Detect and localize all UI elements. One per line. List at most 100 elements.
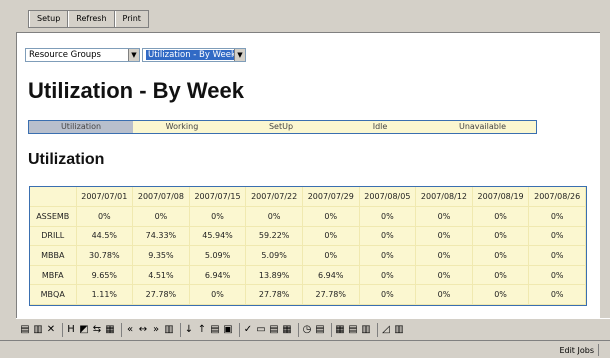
table-cell: 0% [415, 265, 473, 286]
table-cell: 0% [528, 206, 586, 227]
detail-view-icon[interactable]: ▥ [361, 324, 371, 336]
table-cell: 0% [245, 206, 303, 227]
table-cell: 0% [472, 226, 530, 247]
chevron-down-icon[interactable]: ▼ [234, 49, 245, 61]
properties-icon[interactable]: ▤ [269, 324, 279, 336]
resource-group-value: Resource Groups [29, 50, 101, 60]
table-cell: 1.11% [76, 284, 134, 306]
metric-tabs: Utilization Working SetUp Idle Unavailab… [28, 120, 537, 134]
line-chart-icon[interactable]: ◿ [381, 324, 391, 336]
table-view-icon[interactable]: ▦ [335, 324, 345, 336]
table-cell: 30.78% [76, 245, 134, 266]
grid-icon[interactable]: ▦ [105, 324, 115, 336]
corner-cell [30, 187, 77, 208]
toolbar-separator [121, 322, 122, 337]
table-cell: 0% [472, 284, 530, 306]
toolbar-separator [377, 322, 378, 337]
bar-chart-icon[interactable]: ▥ [164, 324, 174, 336]
row-label: MBFA [30, 265, 77, 286]
table-cell: 0% [528, 265, 586, 286]
table-cell: 9.65% [76, 265, 134, 286]
report-type-value: Utilization - By Week [146, 50, 238, 60]
utilization-table: 2007/07/01 2007/07/08 2007/07/15 2007/07… [29, 186, 587, 306]
table-cell: 0% [302, 206, 360, 227]
clock-icon[interactable]: ◷ [302, 324, 312, 336]
column-header: 2007/07/15 [189, 187, 247, 208]
table-cell: 9.35% [132, 245, 190, 266]
group-icon[interactable]: ▣ [223, 324, 233, 336]
insert-job-icon[interactable]: ▤ [20, 324, 30, 336]
report-icon[interactable]: ▦ [282, 324, 292, 336]
row-label: MBBA [30, 245, 77, 266]
table-cell: 0% [415, 206, 473, 227]
table-cell: 45.94% [189, 226, 247, 247]
sort-ascending-icon[interactable]: ↓ [184, 324, 194, 336]
table-cell: 0% [302, 226, 360, 247]
rewind-icon[interactable]: « [125, 324, 135, 336]
vertical-scrollbar[interactable] [600, 32, 610, 332]
forward-icon[interactable]: » [151, 324, 161, 336]
tab-utilization[interactable]: Utilization [29, 121, 133, 133]
table-row: MBFA 9.65% 4.51% 6.94% 13.89% 6.94% 0% 0… [30, 265, 586, 286]
toolbar-separator [298, 322, 299, 337]
refresh-button[interactable]: Refresh [68, 11, 115, 27]
table-cell: 0% [76, 206, 134, 227]
chart-icon[interactable]: ◩ [79, 324, 89, 336]
table-header-row: 2007/07/01 2007/07/08 2007/07/15 2007/07… [30, 187, 586, 208]
table-cell: 0% [528, 245, 586, 266]
chevron-down-icon[interactable]: ▼ [128, 49, 139, 61]
tab-working[interactable]: Working [133, 121, 231, 133]
copy-job-icon[interactable]: ▥ [33, 324, 43, 336]
toolbar-separator [331, 322, 332, 337]
column-header: 2007/07/29 [302, 187, 360, 208]
table-cell: 27.78% [132, 284, 190, 306]
status-bar: Edit Jobs [0, 340, 610, 358]
setup-button[interactable]: Setup [29, 11, 69, 27]
list-view-icon[interactable]: ▤ [348, 324, 358, 336]
table-row: DRILL 44.5% 74.33% 45.94% 59.22% 0% 0% 0… [30, 226, 586, 247]
column-header: 2007/07/22 [245, 187, 303, 208]
table-cell: 74.33% [132, 226, 190, 247]
row-label: MBQA [30, 284, 77, 306]
report-type-select[interactable]: Utilization - By Week ▼ [142, 48, 246, 62]
tab-unavailable[interactable]: Unavailable [429, 121, 536, 133]
table-cell: 5.09% [189, 245, 247, 266]
table-cell: 13.89% [245, 265, 303, 286]
move-icon[interactable]: ⇆ [92, 324, 102, 336]
resource-group-select[interactable]: Resource Groups ▼ [25, 48, 140, 62]
table-cell: 0% [189, 206, 247, 227]
table-cell: 0% [415, 245, 473, 266]
toolbar-separator [62, 322, 63, 337]
calendar-icon[interactable]: ▭ [256, 324, 266, 336]
center-icon[interactable]: ↔ [138, 324, 148, 336]
schedule-icon[interactable]: ▤ [315, 324, 325, 336]
table-row: MBBA 30.78% 9.35% 5.09% 5.09% 0% 0% 0% 0… [30, 245, 586, 266]
tab-idle[interactable]: Idle [331, 121, 429, 133]
check-icon[interactable]: ✓ [243, 324, 253, 336]
toolbar-separator [180, 322, 181, 337]
table-cell: 0% [528, 226, 586, 247]
table-cell: 0% [132, 206, 190, 227]
table-cell: 0% [472, 206, 530, 227]
table-cell: 4.51% [132, 265, 190, 286]
column-chart-icon[interactable]: ▥ [394, 324, 404, 336]
tab-setup[interactable]: SetUp [231, 121, 331, 133]
sort-descending-icon[interactable]: ↑ [197, 324, 207, 336]
row-label: ASSEMB [30, 206, 77, 227]
table-cell: 0% [528, 284, 586, 306]
delete-job-icon[interactable]: ✕ [46, 324, 56, 336]
toolbar-button-group: Setup Refresh Print [28, 10, 149, 28]
top-toolbar: Setup Refresh Print [0, 0, 610, 32]
table-cell: 0% [359, 226, 417, 247]
column-header: 2007/07/01 [76, 187, 134, 208]
split-icon[interactable]: H [66, 324, 76, 336]
filter-icon[interactable]: ▤ [210, 324, 220, 336]
bottom-toolbar: ▤ ▥ ✕ H ◩ ⇆ ▦ « ↔ » ▥ ↓ ↑ ▤ ▣ ✓ ▭ ▤ ▦ ◷ … [16, 318, 610, 340]
table-cell: 0% [359, 284, 417, 306]
report-panel: Resource Groups ▼ Utilization - By Week … [16, 32, 610, 318]
table-cell: 0% [359, 265, 417, 286]
print-button[interactable]: Print [114, 11, 148, 27]
column-header: 2007/08/12 [415, 187, 473, 208]
table-cell: 0% [472, 265, 530, 286]
table-cell: 59.22% [245, 226, 303, 247]
